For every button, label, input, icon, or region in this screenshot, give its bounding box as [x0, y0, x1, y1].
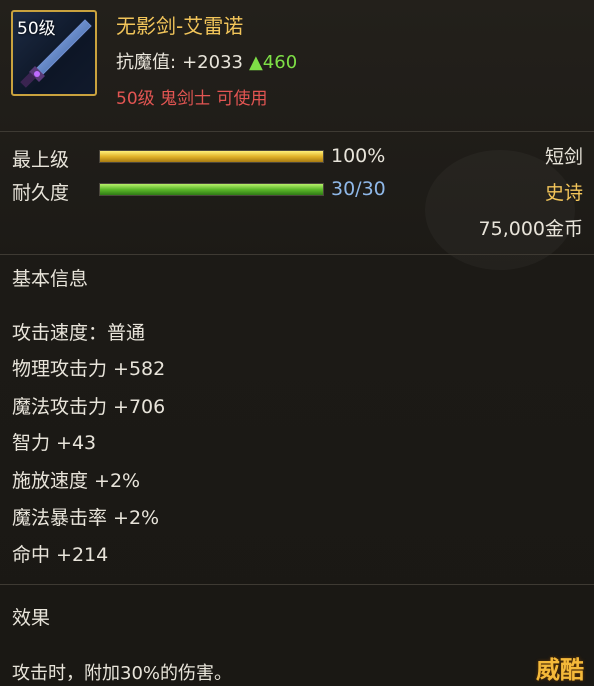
durability-bar — [99, 183, 324, 196]
item-type: 短剑 — [544, 146, 583, 168]
item-tooltip: 50级 无影剑-艾雷诺 抗魔值: +2033 ▲460 50级 鬼剑士 可使用 最上… — [0, 0, 594, 686]
item-rarity: 史诗 — [544, 182, 583, 204]
stat-physical-attack: 物理攻击力 +582 — [12, 358, 166, 380]
resist-upgrade: ▲460 — [248, 52, 298, 73]
item-price: 75,000金币 — [478, 218, 583, 240]
max-level-value: 100% — [331, 145, 386, 167]
effect-title: 效果 — [12, 607, 51, 629]
stat-magic-crit: 魔法暴击率 +2% — [12, 507, 160, 529]
stat-attack-speed: 攻击速度：普通 — [12, 322, 146, 344]
effect-text: 攻击时，附加30%的伤害。 — [12, 663, 233, 684]
basic-divider — [0, 254, 594, 255]
stat-cast-speed: 施放速度 +2% — [12, 470, 141, 492]
max-level-bar — [99, 150, 324, 163]
item-name: 无影剑-艾雷诺 — [116, 14, 244, 38]
item-level-badge: 50级 — [17, 19, 56, 39]
header-divider — [0, 131, 594, 132]
durability-bar-fill — [100, 184, 323, 195]
durability-label: 耐久度 — [12, 182, 70, 204]
stat-magic-attack: 魔法攻击力 +706 — [12, 396, 166, 418]
watermark-logo: 威酷 — [536, 656, 584, 684]
basic-info-title: 基本信息 — [12, 268, 89, 290]
item-icon-frame[interactable]: 50级 — [11, 10, 97, 96]
resist-line: 抗魔值: +2033 ▲460 — [116, 48, 297, 74]
max-level-bar-fill — [100, 151, 323, 162]
effect-divider — [0, 584, 594, 585]
stat-hit-rate: 命中 +214 — [12, 544, 109, 566]
stat-intelligence: 智力 +43 — [12, 432, 97, 454]
resist-value: +2033 — [182, 52, 243, 73]
item-requirement: 50级 鬼剑士 可使用 — [116, 89, 268, 109]
max-level-label: 最上级 — [12, 149, 70, 171]
durability-value: 30/30 — [331, 178, 386, 200]
resist-label: 抗魔值: — [116, 52, 177, 73]
